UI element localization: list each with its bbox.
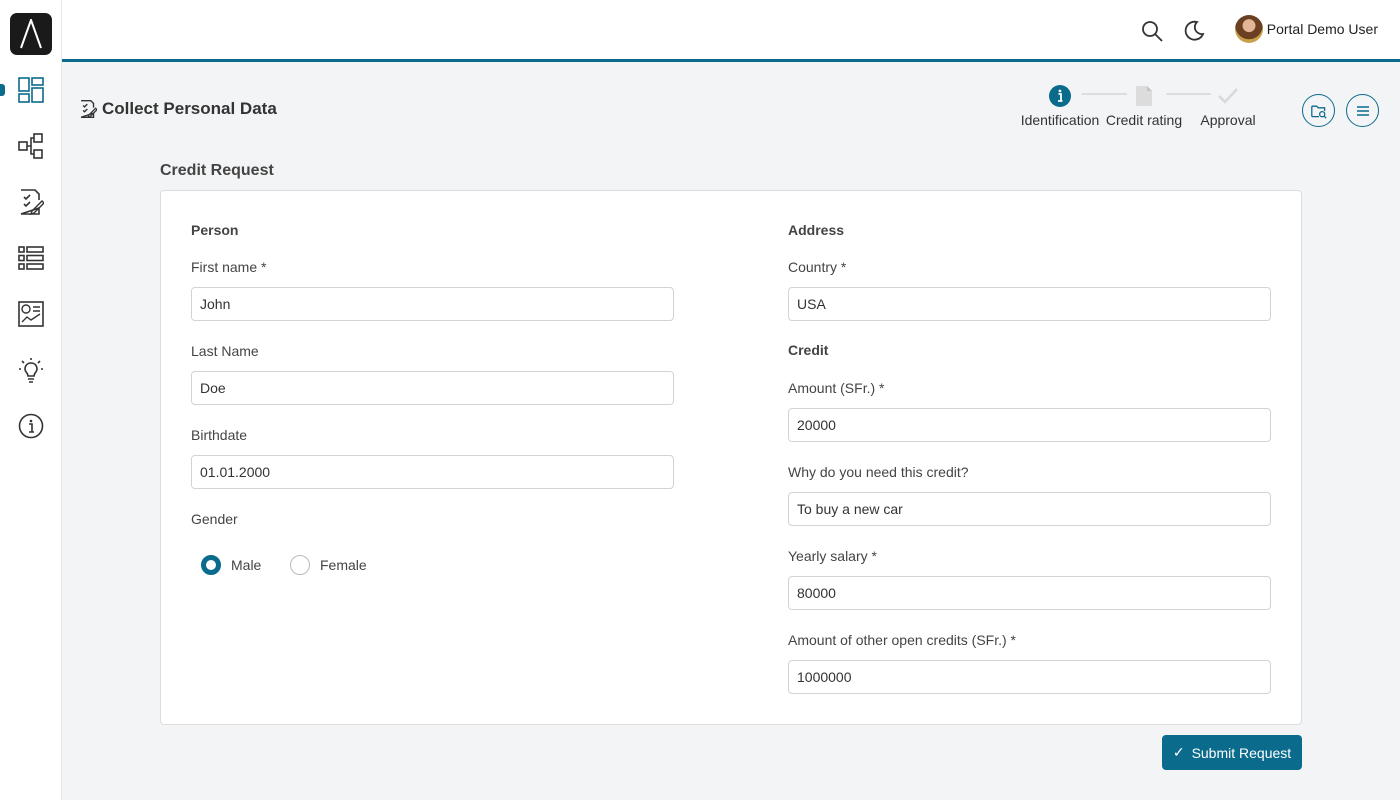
processes-icon	[18, 133, 43, 159]
submit-request-button[interactable]: ✓ Submit Request	[1162, 735, 1302, 770]
address-heading: Address	[788, 222, 845, 238]
sidebar-item-processes[interactable]	[0, 126, 62, 166]
form-title: Credit Request	[160, 162, 274, 179]
case-details-button[interactable]	[1302, 94, 1335, 127]
birthdate-input[interactable]	[191, 455, 674, 489]
check-icon: ✓	[1172, 744, 1185, 760]
salary-input[interactable]	[788, 576, 1271, 610]
step-credit-rating: Credit rating	[1099, 84, 1189, 128]
step-approval: Approval	[1183, 84, 1273, 128]
other-credits-input[interactable]	[788, 660, 1271, 694]
search-icon[interactable]	[1140, 19, 1164, 43]
sidebar-item-tasks[interactable]	[0, 182, 62, 222]
lightbulb-icon	[19, 358, 43, 383]
moon-icon[interactable]	[1182, 19, 1206, 43]
dashboard-icon	[18, 77, 44, 103]
sidebar	[0, 0, 62, 800]
task-form-icon	[80, 100, 97, 118]
avatar	[1234, 15, 1263, 43]
process-stepper: Identification Credit rating Approval	[1015, 84, 1265, 128]
sidebar-item-ideas[interactable]	[0, 350, 62, 390]
sidebar-item-cases[interactable]	[0, 238, 62, 278]
statistics-icon	[18, 301, 44, 327]
credit-request-form: Person First name * Last Name Birthdate …	[160, 190, 1302, 725]
last-name-label: Last Name	[191, 343, 259, 359]
last-name-input[interactable]	[191, 371, 674, 405]
reason-input[interactable]	[788, 492, 1271, 526]
credit-heading: Credit	[788, 342, 829, 358]
first-name-input[interactable]	[191, 287, 674, 321]
submit-label: Submit Request	[1191, 744, 1292, 761]
page-header: Collect Personal Data	[79, 99, 277, 119]
other-credits-label: Amount of other open credits (SFr.) *	[788, 632, 1016, 648]
salary-label: Yearly salary *	[788, 548, 877, 564]
radio-button[interactable]	[290, 555, 310, 575]
radio-button-checked[interactable]	[201, 555, 221, 575]
page-title: Collect Personal Data	[102, 99, 277, 118]
radio-label: Female	[320, 557, 367, 573]
radio-label: Male	[231, 557, 262, 573]
hamburger-icon	[1356, 105, 1369, 116]
document-icon	[1136, 86, 1152, 106]
country-input[interactable]	[788, 287, 1271, 321]
birthdate-label: Birthdate	[191, 427, 248, 443]
sidebar-item-statistics[interactable]	[0, 294, 62, 334]
sidebar-item-dashboard[interactable]	[0, 70, 62, 110]
folder-search-icon	[1310, 105, 1327, 119]
step-label: Approval	[1200, 112, 1256, 128]
top-bar: Portal Demo User	[62, 0, 1400, 62]
amount-input[interactable]	[788, 408, 1271, 442]
user-name: Portal Demo User	[1266, 21, 1378, 37]
step-label: Identification	[1020, 112, 1100, 128]
first-name-label: First name *	[191, 259, 267, 275]
gender-radio-female[interactable]: Female	[290, 555, 367, 575]
step-label: Credit rating	[1105, 112, 1183, 128]
reason-label: Why do you need this credit?	[788, 464, 969, 480]
gender-radio-male[interactable]: Male	[201, 555, 261, 575]
amount-label: Amount (SFr.) *	[788, 380, 885, 396]
app-logo[interactable]	[10, 13, 52, 55]
cases-icon	[18, 246, 44, 270]
menu-button[interactable]	[1346, 94, 1379, 127]
person-heading: Person	[191, 222, 239, 238]
country-label: Country *	[788, 259, 847, 275]
tasks-icon	[20, 189, 44, 215]
sidebar-item-about[interactable]	[0, 406, 62, 446]
logo-icon	[20, 19, 42, 49]
info-filled-icon	[1049, 85, 1071, 107]
checkmark-icon	[1218, 88, 1238, 104]
user-menu[interactable]: Portal Demo User	[1234, 15, 1378, 43]
step-identification: Identification	[1015, 84, 1105, 128]
info-icon	[18, 413, 44, 439]
gender-label: Gender	[191, 511, 238, 527]
